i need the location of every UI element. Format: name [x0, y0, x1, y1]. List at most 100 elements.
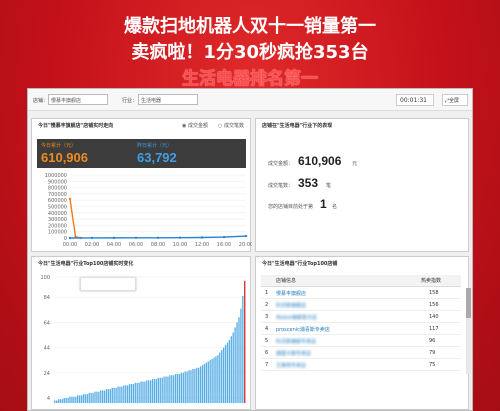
- bar: [61, 399, 63, 403]
- y-tick-label: 300000: [48, 217, 67, 223]
- table-row[interactable]: 5 科沃斯旗舰专卖店 96: [261, 336, 461, 347]
- table-row[interactable]: 3 iRobot旗舰官方店 140: [261, 312, 461, 323]
- shop-label: 店铺：: [33, 98, 49, 104]
- y-tick-label: 84: [44, 295, 50, 301]
- count-value: 353: [298, 176, 319, 190]
- data-point: [90, 236, 94, 240]
- row-heat: 96: [429, 338, 436, 344]
- row-rank: 7: [265, 362, 269, 368]
- bar: [88, 392, 90, 403]
- row-heat: 117: [429, 326, 439, 332]
- bar: [217, 355, 219, 403]
- row-shop-link[interactable]: 科沃斯旗舰店: [276, 302, 306, 309]
- bar: [228, 340, 231, 403]
- top100-chart-panel: 今日"生活电器"行业Top100店铺实时变化 100 84 64 44 24 4: [31, 256, 251, 410]
- bar: [244, 280, 246, 403]
- data-point: [112, 236, 116, 240]
- x-tick-label: 08:00: [151, 242, 165, 248]
- scrollbar-thumb[interactable]: [466, 288, 471, 318]
- toolbar: 店铺： 慢慕丰旗舰店 行业： 生活电器 00:01:31 ⤢全屏: [28, 89, 472, 111]
- row-shop-link[interactable]: 德国卡赫专卖店: [276, 350, 311, 357]
- timer: 00:01:31: [396, 94, 434, 106]
- bar: [161, 377, 163, 403]
- data-point: [134, 236, 138, 240]
- data-point: [156, 236, 160, 240]
- shop-select[interactable]: 慢慕丰旗舰店: [48, 94, 108, 105]
- row-shop-link[interactable]: iRobot旗舰官方店: [276, 314, 317, 321]
- row-shop-link[interactable]: 慢慕丰旗舰店: [276, 290, 306, 297]
- rank-unit: 名: [332, 204, 338, 210]
- row-heat: 156: [429, 302, 439, 308]
- bar: [194, 368, 196, 403]
- bar: [103, 390, 106, 403]
- bar: [123, 385, 125, 403]
- y-tick-label: 600000: [48, 198, 67, 204]
- table-row[interactable]: 6 德国卡赫专卖店 79: [261, 348, 461, 359]
- row-shop-link[interactable]: 科沃斯旗舰专卖店: [276, 338, 316, 345]
- bar: [113, 387, 115, 403]
- data-point: [200, 236, 204, 239]
- industry-panel: 店铺在"生活电器"行业下的表现 成交金额： 610,906 元 成交笔数： 35…: [255, 118, 469, 252]
- table-row[interactable]: 2 科沃斯旗舰店 156: [261, 300, 461, 311]
- col-shop: 店铺信息: [276, 278, 297, 284]
- bar: [125, 385, 127, 403]
- y-tick-label: 100: [40, 275, 50, 281]
- col-heat: 热卖指数: [421, 278, 442, 284]
- bar: [140, 381, 142, 403]
- bar: [142, 381, 144, 403]
- y-tick-label: 24: [44, 371, 50, 377]
- x-tick-label: 12:00: [195, 242, 209, 248]
- bar: [119, 386, 121, 403]
- bar: [84, 394, 87, 403]
- bar: [86, 394, 88, 403]
- data-point: [68, 236, 72, 240]
- bar: [150, 380, 152, 403]
- bar: [117, 386, 119, 403]
- bar: [153, 379, 156, 403]
- fullscreen-button[interactable]: ⤢全屏: [442, 94, 468, 106]
- bar: [180, 372, 183, 403]
- count-unit: 笔: [326, 183, 332, 189]
- yesterday-label: 昨日累计（元）: [137, 143, 173, 149]
- headline-line1: 爆款扫地机器人双十一销量第一: [124, 16, 376, 37]
- bar: [77, 395, 79, 403]
- radio-count[interactable]: ○ 成交笔数: [218, 122, 244, 129]
- bar: [173, 375, 175, 403]
- today-value: 610,906: [41, 150, 88, 165]
- y-tick-label: 4: [47, 396, 50, 402]
- bar: [80, 395, 83, 403]
- bar: [98, 391, 100, 403]
- bar: [207, 361, 209, 403]
- row-shop-link[interactable]: 艾美特专卖店: [276, 362, 306, 369]
- top100-chart-title: 今日"生活电器"行业Top100店铺实时变化: [38, 261, 134, 267]
- summary-box: 今日累计（元） 610,906 昨日累计（元） 63,792: [37, 139, 246, 168]
- table-row[interactable]: 4 proscenic浦喜斯专卖店 117: [261, 324, 461, 335]
- bar: [226, 342, 229, 403]
- bar: [102, 390, 104, 403]
- bar: [192, 368, 194, 403]
- bar: [138, 382, 140, 403]
- y-tick-label: 64: [44, 320, 50, 326]
- industry-select[interactable]: 生活电器: [138, 94, 198, 105]
- yesterday-value: 63,792: [137, 150, 177, 165]
- bar: [73, 396, 75, 403]
- row-shop-link[interactable]: proscenic浦喜斯专卖店: [276, 326, 330, 333]
- rank-label: 您的店铺目前处于第: [268, 204, 314, 210]
- table-row[interactable]: 1 慢慕丰旗舰店 158: [261, 288, 461, 299]
- y-tick-label: 900000: [48, 179, 67, 185]
- y-tick-label: 800000: [48, 186, 67, 192]
- y-tick-label: 400000: [48, 211, 67, 217]
- radio-amount[interactable]: ◉ 成交金额: [182, 122, 208, 129]
- bar: [190, 370, 192, 403]
- bar: [209, 360, 211, 403]
- data-point: [244, 234, 248, 238]
- table-row[interactable]: 7 艾美特专卖店 75: [261, 360, 461, 371]
- series-line: [69, 198, 82, 239]
- industry-panel-title: 店铺在"生活电器"行业下的表现: [262, 123, 333, 129]
- bar: [121, 386, 123, 403]
- bar: [242, 295, 244, 403]
- scrollbar[interactable]: [466, 288, 471, 374]
- x-tick-label: 04:00: [107, 242, 121, 248]
- bar: [105, 389, 108, 403]
- bar: [159, 377, 161, 403]
